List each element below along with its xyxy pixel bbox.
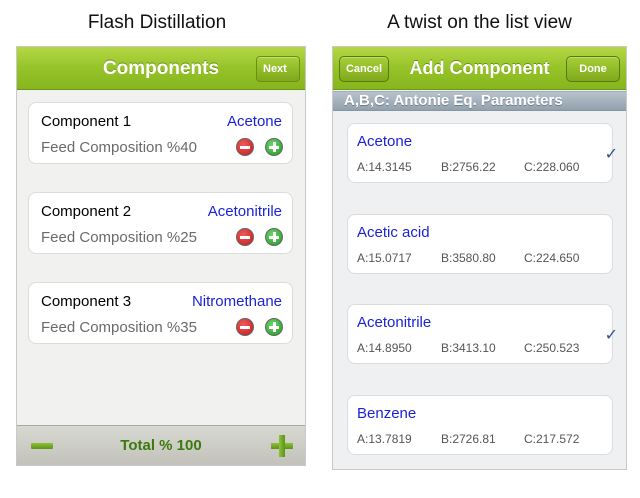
increase-icon[interactable] <box>265 228 283 246</box>
add-component-icon[interactable] <box>271 435 293 457</box>
param-c: C:217.572 <box>524 432 580 446</box>
component-chemical[interactable]: Acetonitrile <box>208 203 282 220</box>
feed-composition: Feed Composition %25 <box>41 229 197 246</box>
chemical-row[interactable]: Benzene A:13.7819 B:2726.81 C:217.572 <box>347 395 613 455</box>
add-component-navbar: Add Component Cancel Done <box>333 47 626 90</box>
chemical-row[interactable]: Acetone A:14.3145 B:2756.22 C:228.060 <box>347 123 613 183</box>
param-c: C:250.523 <box>524 341 580 355</box>
decrease-icon[interactable] <box>236 318 254 336</box>
components-navbar: Components Next <box>17 47 305 90</box>
component-chemical[interactable]: Acetone <box>227 113 282 130</box>
chemical-name: Acetonitrile <box>357 314 432 331</box>
component-chemical[interactable]: Nitromethane <box>192 293 282 310</box>
right-caption: A twist on the list view <box>387 12 572 33</box>
total-label: Total % 100 <box>120 437 202 454</box>
increase-icon[interactable] <box>265 138 283 156</box>
feed-composition: Feed Composition %35 <box>41 319 197 336</box>
decrease-icon[interactable] <box>236 228 254 246</box>
next-button[interactable]: Next <box>256 56 300 82</box>
section-header: A,B,C: Antonie Eq. Parameters <box>333 91 626 111</box>
decrease-icon[interactable] <box>236 138 254 156</box>
param-a: A:15.0717 <box>357 251 412 265</box>
checkmark-icon: ✓ <box>604 327 618 344</box>
param-c: C:224.650 <box>524 251 580 265</box>
chemical-name: Acetone <box>357 133 413 150</box>
chemical-row[interactable]: Acetonitrile A:14.8950 B:3413.10 C:250.5… <box>347 304 613 364</box>
cancel-button[interactable]: Cancel <box>339 56 389 82</box>
component-card[interactable]: Component 2 Acetonitrile Feed Compositio… <box>28 192 293 254</box>
left-caption: Flash Distillation <box>87 12 227 33</box>
add-component-screen: Add Component Cancel Done A,B,C: Antonie… <box>332 46 627 470</box>
checkmark-icon: ✓ <box>604 146 618 163</box>
param-a: A:14.3145 <box>357 160 412 174</box>
param-b: B:2726.81 <box>441 432 496 446</box>
param-b: B:3580.80 <box>441 251 496 265</box>
feed-composition: Feed Composition %40 <box>41 139 197 156</box>
component-name: Component 3 <box>41 293 132 310</box>
param-a: A:13.7819 <box>357 432 412 446</box>
param-a: A:14.8950 <box>357 341 412 355</box>
chemical-row[interactable]: Acetic acid A:15.0717 B:3580.80 C:224.65… <box>347 214 613 274</box>
param-b: B:2756.22 <box>441 160 496 174</box>
param-c: C:228.060 <box>524 160 580 174</box>
done-button[interactable]: Done <box>566 56 620 82</box>
component-name: Component 2 <box>41 203 132 220</box>
component-card[interactable]: Component 3 Nitromethane Feed Compositio… <box>28 282 293 344</box>
param-b: B:3413.10 <box>441 341 496 355</box>
component-card[interactable]: Component 1 Acetone Feed Composition %40 <box>28 102 293 164</box>
total-bar: Total % 100 <box>17 425 305 465</box>
increase-icon[interactable] <box>265 318 283 336</box>
component-name: Component 1 <box>41 113 132 130</box>
chemical-name: Acetic acid <box>357 224 430 241</box>
chemical-name: Benzene <box>357 405 417 422</box>
components-screen: Components Next Component 1 Acetone Feed… <box>16 46 306 466</box>
